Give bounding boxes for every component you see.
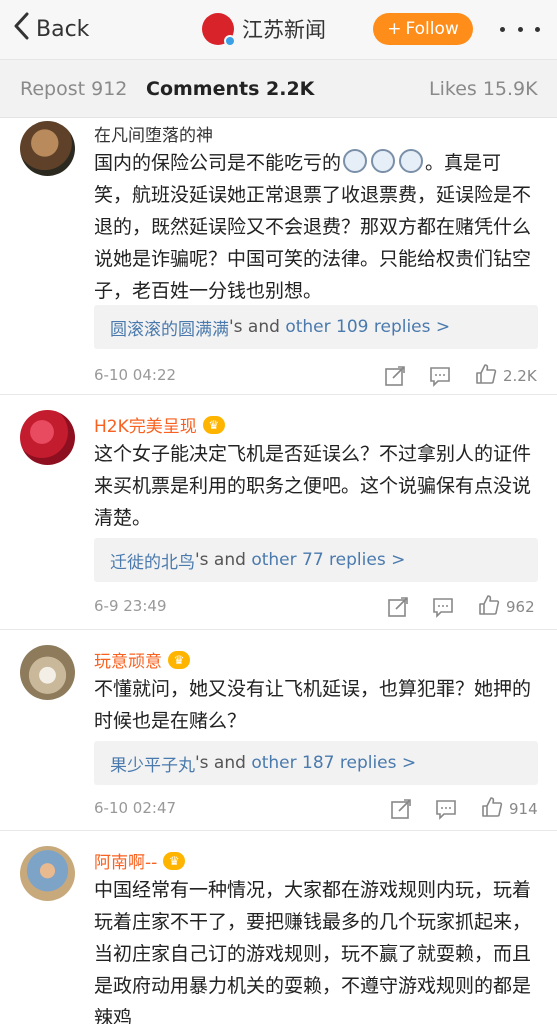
like-button[interactable]: 914 [481, 796, 538, 822]
like-button[interactable]: 962 [478, 594, 535, 620]
verified-badge-icon [224, 35, 236, 47]
emoji-icon [343, 149, 368, 173]
comment-item: H2K完美呈现 ♛ 这个女子能决定飞机是否延误么？不过拿别人的证件来买机票是利用的… [0, 396, 557, 630]
reply-user[interactable]: 果少平子丸 [110, 751, 195, 776]
account-header[interactable]: 江苏新闻 [202, 12, 326, 47]
replies-preview[interactable]: 圆滚滚的圆满满's and other 109 replies > [94, 305, 538, 349]
comment-username[interactable]: 在凡间堕落的神 [94, 121, 213, 146]
vip-crown-icon: ♛ [163, 851, 186, 870]
like-count: 962 [506, 598, 535, 616]
comment-meta: 6-9 23:49 962 [94, 592, 538, 622]
vip-crown-icon: ♛ [202, 415, 225, 434]
chevron-left-icon [12, 12, 30, 46]
repost-icon[interactable] [390, 796, 412, 822]
comment-time: 6-10 04:22 [94, 366, 177, 384]
back-button[interactable]: Back [12, 12, 89, 46]
reply-user[interactable]: 圆滚滚的圆满满 [110, 315, 229, 340]
like-count: 914 [509, 800, 538, 818]
thumbs-up-icon [481, 796, 503, 822]
comment-time: 6-10 02:47 [94, 799, 177, 817]
account-logo [202, 13, 236, 47]
comment-icon[interactable] [432, 594, 454, 620]
vip-crown-icon: ♛ [168, 650, 190, 669]
back-label: Back [36, 16, 90, 42]
comment-icon[interactable] [435, 796, 457, 822]
follow-button[interactable]: + Follow [373, 13, 473, 45]
comment-item: 玩意顽意 ♛ 不懂就问，她又没有让飞机延误，也算犯罪？她押的时候也是在赌么？ 果少… [0, 631, 557, 831]
account-name: 江苏新闻 [242, 18, 326, 42]
comment-username[interactable]: 阿南啊-- ♛ [94, 848, 186, 873]
comment-item: 在凡间堕落的神 国内的保险公司是不能吃亏的 。真是可笑，航班没延误她正常退票了收退… [0, 119, 557, 395]
avatar[interactable] [20, 410, 75, 465]
avatar[interactable] [20, 121, 75, 176]
emoji-icon [399, 149, 424, 173]
tab-likes[interactable]: Likes 15.9K [429, 78, 538, 100]
comment-text: 国内的保险公司是不能吃亏的 。真是可笑，航班没延误她正常退票了收退票费，延误险是不… [94, 147, 534, 307]
more-dots-icon[interactable] [500, 14, 540, 44]
more-replies-link[interactable]: other 109 replies > [285, 317, 450, 337]
repost-icon[interactable] [387, 594, 409, 620]
comment-icon[interactable] [429, 363, 451, 389]
thumbs-up-icon [478, 594, 500, 620]
avatar[interactable] [20, 645, 75, 700]
repost-icon[interactable] [384, 363, 406, 389]
avatar[interactable] [20, 846, 75, 901]
comment-username[interactable]: 玩意顽意 ♛ [94, 647, 190, 672]
tab-comments[interactable]: Comments 2.2K [146, 78, 314, 100]
comment-text: 中国经常有一种情况，大家都在游戏规则内玩，玩着玩着庄家不干了，要把赚钱最多的几个… [94, 879, 532, 1024]
plus-icon: + [387, 19, 402, 39]
comment-meta: 6-10 04:22 2.2K [94, 361, 538, 391]
comment-username[interactable]: H2K完美呈现 ♛ [94, 412, 225, 437]
reply-connector: 's and [229, 317, 286, 337]
reply-connector: 's and [195, 550, 252, 570]
like-count: 2.2K [503, 367, 537, 385]
reply-connector: 's and [195, 753, 252, 773]
comment-item: 阿南啊-- ♛ 中国经常有一种情况，大家都在游戏规则内玩，玩着玩着庄家不干了，要把… [0, 832, 557, 1024]
more-replies-link[interactable]: other 187 replies > [251, 753, 416, 773]
like-button[interactable]: 2.2K [475, 363, 537, 389]
emoji-icon [371, 149, 396, 173]
replies-preview[interactable]: 果少平子丸's and other 187 replies > [94, 741, 538, 785]
comment-text: 这个女子能决定飞机是否延误么？不过拿别人的证件来买机票是利用的职务之便吧。这个说… [94, 443, 532, 529]
follow-label: Follow [405, 19, 459, 39]
comment-text: 不懂就问，她又没有让飞机延误，也算犯罪？她押的时候也是在赌么？ [94, 678, 532, 732]
more-replies-link[interactable]: other 77 replies > [251, 550, 405, 570]
tab-repost[interactable]: Repost 912 [20, 78, 127, 100]
thumbs-up-icon [475, 363, 497, 389]
comment-meta: 6-10 02:47 914 [94, 794, 538, 824]
navigation-bar: Back 江苏新闻 + Follow [0, 0, 557, 60]
comment-time: 6-9 23:49 [94, 597, 167, 615]
tab-bar: Repost 912 Comments 2.2K Likes 15.9K [0, 60, 557, 118]
reply-user[interactable]: 迁徙的北鸟 [110, 548, 195, 573]
replies-preview[interactable]: 迁徙的北鸟's and other 77 replies > [94, 538, 538, 582]
